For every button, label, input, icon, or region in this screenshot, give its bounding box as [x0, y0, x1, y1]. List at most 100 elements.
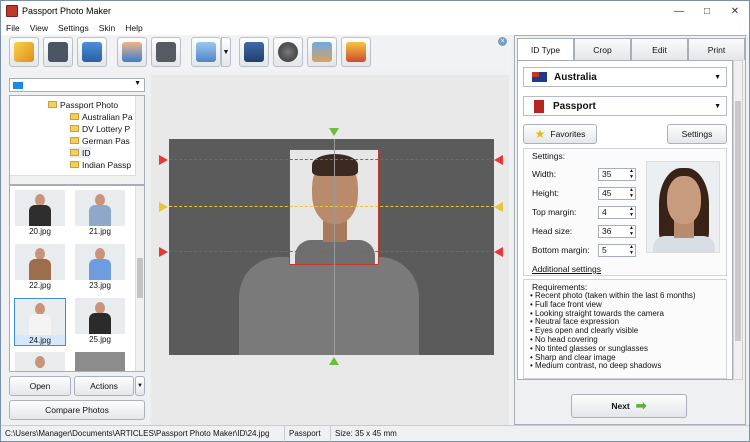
folder-icon — [70, 161, 79, 168]
stepper-arrows-icon[interactable]: ▲ ▼ — [629, 206, 634, 218]
top-margin-label: Top margin: — [532, 207, 577, 217]
thumbnail-item[interactable]: 23.jpg — [74, 244, 126, 292]
thumbnail-outfit-1 — [89, 205, 111, 226]
top-handle-icon[interactable] — [329, 128, 339, 136]
width-label: Width: — [532, 169, 557, 179]
print-button[interactable] — [77, 37, 107, 67]
thumbnail-item[interactable] — [14, 352, 66, 371]
stepper-arrows-icon[interactable]: ▲ ▼ — [629, 187, 634, 199]
tree-horizontal-scrollbar[interactable] — [10, 175, 136, 184]
close-toolbar-icon[interactable]: × — [498, 37, 507, 46]
stepper-arrows-icon[interactable]: ▲ ▼ — [629, 244, 634, 256]
chevron-down-icon: ▼ — [714, 73, 721, 81]
help-book-button[interactable] — [239, 37, 269, 67]
thumbnail-item[interactable]: 21.jpg — [74, 190, 126, 238]
bottom-margin-label: Bottom margin: — [532, 245, 590, 255]
width-stepper[interactable]: 35 ▲ ▼ — [598, 168, 636, 181]
actions-dropdown[interactable]: ▼ — [135, 376, 145, 396]
tree-item[interactable]: DV Lottery P — [70, 123, 130, 134]
drive-select[interactable]: ▼ — [9, 78, 145, 92]
next-button[interactable]: Next ➡ — [571, 394, 687, 418]
bottom-handle-icon[interactable] — [329, 357, 339, 365]
tab-crop[interactable]: Crop — [574, 38, 631, 60]
tab-edit[interactable]: Edit — [631, 38, 688, 60]
menu-bar: File View Settings Skin Help — [1, 21, 749, 35]
portrait-face — [667, 176, 701, 224]
head-size-stepper[interactable]: 36 ▲ ▼ — [598, 225, 636, 238]
additional-settings-link[interactable]: Additional settings — [532, 264, 601, 274]
tree-item[interactable]: Australian Pa — [70, 111, 133, 122]
thumbnail-list: 20.jpg 21.jpg 22.jpg 23.jpg 24.jpg 25.jp… — [9, 185, 145, 372]
tree-item[interactable]: Indian Passp — [70, 159, 131, 170]
compare-photos-button[interactable]: Compare Photos — [9, 400, 145, 420]
user-photo-button[interactable] — [117, 37, 147, 67]
maximize-button[interactable]: □ — [693, 1, 721, 21]
top-guide-line — [169, 159, 494, 160]
video-icon — [278, 42, 298, 62]
stepper-arrows-icon[interactable]: ▲ ▼ — [629, 168, 634, 180]
left-eye-marker-icon[interactable] — [159, 202, 168, 212]
left-top-marker-icon[interactable] — [159, 155, 168, 165]
tree-item-selected[interactable]: ID — [70, 147, 91, 158]
tree-vertical-scrollbar[interactable] — [135, 96, 144, 184]
app-window: Passport Photo Maker — □ ✕ File View Set… — [0, 0, 750, 442]
order-cart-button[interactable] — [341, 37, 371, 67]
bottom-margin-stepper[interactable]: 5 ▲ ▼ — [598, 244, 636, 257]
save-button[interactable] — [43, 37, 73, 67]
thumbnail-scrollbar[interactable] — [135, 186, 144, 371]
tab-id-type[interactable]: ID Type — [517, 38, 574, 60]
thumbnail-image — [75, 190, 125, 226]
right-top-marker-icon[interactable] — [494, 155, 503, 165]
thumbnail-item[interactable]: 20.jpg — [14, 190, 66, 238]
enhance-button[interactable] — [191, 37, 221, 67]
thumbnail-image — [15, 352, 65, 371]
share-button[interactable] — [307, 37, 337, 67]
tree-item[interactable]: German Pas — [70, 135, 130, 146]
right-eye-marker-icon[interactable] — [494, 202, 503, 212]
photo-workspace — [151, 75, 509, 425]
thumbnail-item[interactable] — [74, 352, 126, 371]
user-photo-icon — [122, 42, 142, 62]
portrait-shirt — [653, 236, 715, 252]
tree-item[interactable]: Passport Photo — [48, 99, 118, 110]
thumbnail-outfit-4 — [29, 314, 51, 335]
tab-print[interactable]: Print — [688, 38, 745, 60]
folder-icon — [70, 125, 79, 132]
minimize-button[interactable]: — — [665, 1, 693, 21]
photo-canvas[interactable] — [169, 139, 494, 355]
panel-scrollbar[interactable] — [733, 60, 743, 380]
menu-skin[interactable]: Skin — [94, 23, 121, 33]
menu-view[interactable]: View — [25, 23, 53, 33]
wizard-button[interactable] — [9, 37, 39, 67]
video-button[interactable] — [273, 37, 303, 67]
menu-help[interactable]: Help — [120, 23, 147, 33]
enhance-dropdown[interactable]: ▼ — [221, 37, 231, 67]
favorites-button[interactable]: ★ Favorites — [523, 124, 597, 144]
thumbnail-outfit-2 — [29, 259, 51, 280]
drive-icon — [13, 82, 23, 89]
stepper-arrows-icon[interactable]: ▲ ▼ — [629, 225, 634, 237]
settings-button[interactable]: Settings — [667, 124, 727, 144]
camera-button[interactable] — [151, 37, 181, 67]
thumbnail-item-selected[interactable]: 24.jpg — [14, 298, 66, 346]
status-path: C:\Users\Manager\Documents\ARTICLES\Pass… — [1, 425, 285, 442]
head-size-label: Head size: — [532, 226, 573, 236]
thumbnail-item[interactable]: 25.jpg — [74, 298, 126, 346]
close-button[interactable]: ✕ — [721, 1, 749, 21]
tab-strip: ID Type Crop Edit Print — [517, 38, 745, 60]
top-margin-stepper[interactable]: 4 ▲ ▼ — [598, 206, 636, 219]
menu-file[interactable]: File — [1, 23, 25, 33]
actions-button[interactable]: Actions — [74, 376, 134, 396]
camera-icon — [156, 42, 176, 62]
left-chin-marker-icon[interactable] — [159, 247, 168, 257]
toolbar: ▼ — [1, 35, 511, 71]
country-select[interactable]: Australia ▼ — [523, 67, 727, 87]
height-stepper[interactable]: 45 ▲ ▼ — [598, 187, 636, 200]
menu-settings[interactable]: Settings — [53, 23, 94, 33]
open-button[interactable]: Open — [9, 376, 71, 396]
thumbnail-image — [75, 298, 125, 334]
right-chin-marker-icon[interactable] — [494, 247, 503, 257]
thumbnail-item[interactable]: 22.jpg — [14, 244, 66, 292]
document-select[interactable]: Passport ▼ — [523, 96, 727, 116]
center-guide-line — [334, 139, 335, 355]
